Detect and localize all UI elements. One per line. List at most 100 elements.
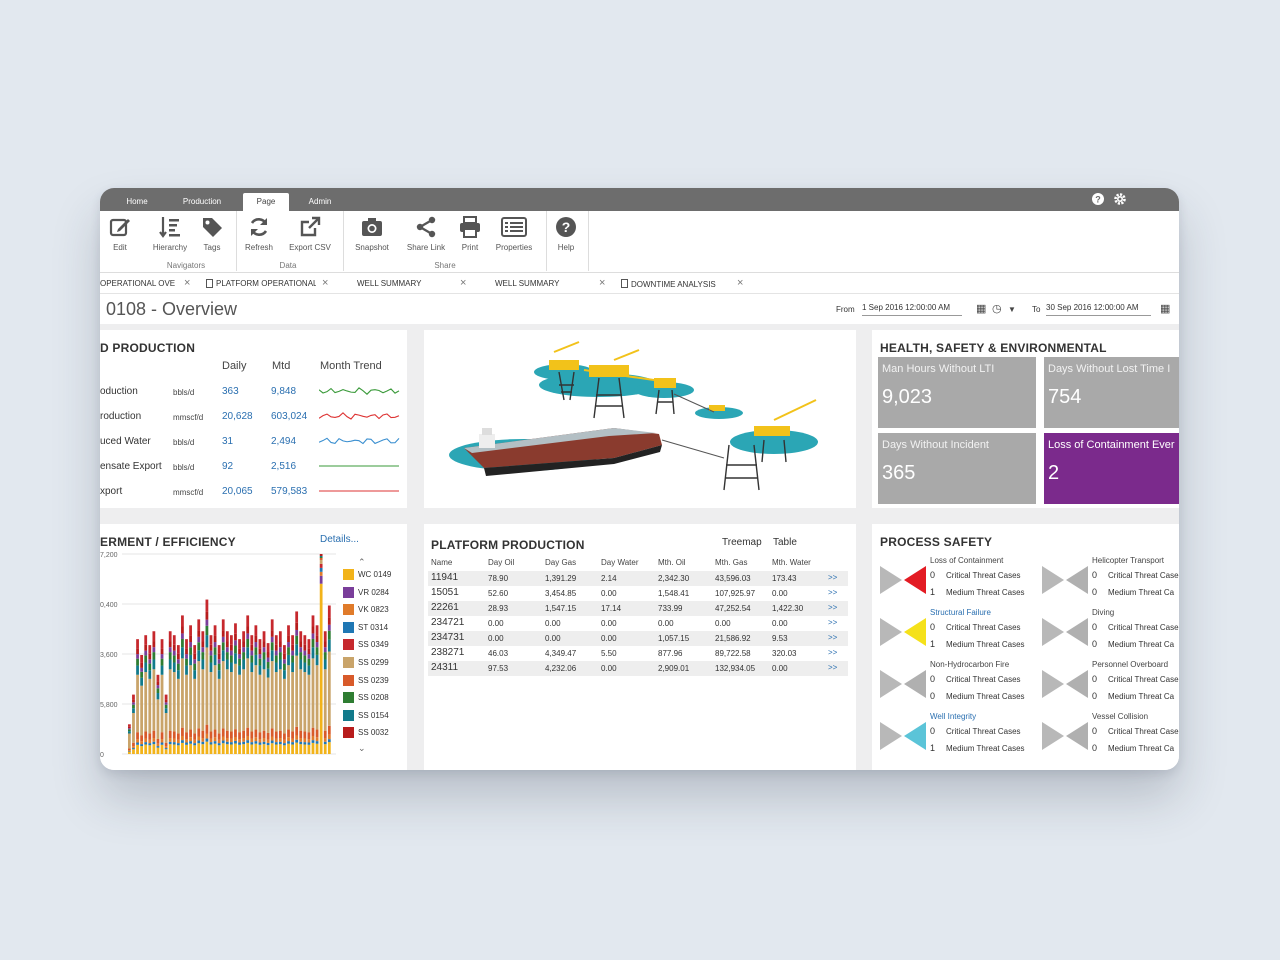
chevron-up-icon[interactable]: ⌃	[358, 557, 366, 568]
bar[interactable]	[172, 635, 176, 754]
export-csv-button[interactable]: Export CSV	[286, 215, 334, 252]
calendar-icon[interactable]: ▦	[1160, 302, 1170, 315]
bar[interactable]	[168, 631, 172, 754]
process-safety-item-name[interactable]: Personnel Overboard	[1092, 660, 1168, 669]
chevron-down-icon[interactable]: ▼	[1008, 305, 1016, 314]
bar[interactable]	[148, 645, 152, 754]
close-icon[interactable]: ×	[184, 277, 190, 289]
column-header[interactable]: Mth. Water	[772, 558, 811, 567]
bar[interactable]	[311, 615, 315, 754]
legend-label[interactable]: VK 0823	[358, 605, 389, 614]
table-row[interactable]: 234731 0.00 0.00 0.00 1,057.15 21,586.92 9.53 >…	[428, 631, 848, 646]
bar[interactable]	[258, 639, 262, 754]
bar[interactable]	[217, 645, 221, 754]
bar[interactable]	[205, 599, 209, 754]
row-expand-link[interactable]: >>	[828, 633, 837, 642]
edit-button[interactable]: Edit	[106, 215, 134, 252]
process-safety-item-name[interactable]: Helicopter Transport	[1092, 556, 1164, 565]
bar[interactable]	[319, 554, 323, 754]
column-header[interactable]: Day Oil	[488, 558, 514, 567]
bar[interactable]	[152, 631, 156, 754]
bar[interactable]	[295, 611, 299, 754]
bar[interactable]	[291, 635, 294, 754]
table-row[interactable]: 22261 28.93 1,547.15 17.14 733.99 47,252.54 1,…	[428, 601, 848, 616]
chevron-down-icon[interactable]: ⌄	[358, 743, 366, 754]
process-safety-item-name[interactable]: Structural Failure	[930, 608, 991, 617]
bar[interactable]	[250, 635, 254, 754]
bar[interactable]	[221, 619, 225, 754]
bar[interactable]	[307, 639, 311, 754]
bar[interactable]	[156, 674, 160, 754]
help-button[interactable]: ? Help	[552, 215, 580, 252]
hse-tile-days-without-lost-time[interactable]: Days Without Lost Time I 754	[1044, 357, 1179, 428]
bar[interactable]	[315, 625, 319, 754]
hierarchy-button[interactable]: Hierarchy	[150, 215, 190, 252]
column-header[interactable]: Mth. Oil	[658, 558, 686, 567]
legend-label[interactable]: SS 0154	[358, 711, 389, 720]
row-expand-link[interactable]: >>	[828, 603, 837, 612]
table-view-button[interactable]: Table	[773, 537, 797, 548]
legend-label[interactable]: ST 0314	[358, 623, 388, 632]
bar[interactable]	[230, 635, 233, 754]
bar[interactable]	[238, 639, 241, 754]
from-date-input[interactable]: 1 Sep 2016 12:00:00 AM	[862, 303, 962, 316]
table-row[interactable]: 234721 0.00 0.00 0.00 0.00 0.00 0.00 >>	[428, 616, 848, 631]
bar[interactable]	[213, 625, 217, 754]
details-link[interactable]: Details...	[320, 534, 359, 545]
bar[interactable]	[303, 635, 307, 754]
properties-button[interactable]: Properties	[492, 215, 536, 252]
clock-icon[interactable]: ◷	[992, 302, 1002, 315]
close-icon[interactable]: ×	[599, 277, 605, 289]
print-button[interactable]: Print	[456, 215, 484, 252]
bar[interactable]	[185, 639, 188, 754]
bar[interactable]	[132, 694, 135, 754]
legend-label[interactable]: WC 0149	[358, 570, 391, 579]
bar[interactable]	[209, 635, 213, 754]
process-safety-item-name[interactable]: Diving	[1092, 608, 1114, 617]
close-icon[interactable]: ×	[322, 277, 328, 289]
bar[interactable]	[160, 639, 164, 754]
bar[interactable]	[287, 625, 290, 754]
bar[interactable]	[327, 605, 331, 755]
snapshot-button[interactable]: Snapshot	[352, 215, 392, 252]
bar[interactable]	[201, 631, 205, 754]
doc-tab-platform-operational[interactable]: PLATFORM OPERATIONAL	[206, 279, 316, 289]
help-icon[interactable]: ?	[1091, 192, 1105, 206]
bar[interactable]	[189, 625, 192, 754]
column-header[interactable]: Name	[431, 558, 452, 567]
bar[interactable]	[266, 643, 270, 754]
calendar-icon[interactable]: ▦	[976, 302, 986, 315]
share-link-button[interactable]: Share Link	[404, 215, 448, 252]
tab-admin[interactable]: Admin	[300, 193, 340, 211]
hse-tile-loss-of-containment[interactable]: Loss of Containment Ever 2	[1044, 433, 1179, 504]
bar[interactable]	[164, 694, 168, 754]
bar[interactable]	[225, 631, 229, 754]
treemap-view-button[interactable]: Treemap	[722, 537, 762, 548]
doc-tab-operational-overview[interactable]: OPERATIONAL OVE	[100, 279, 178, 288]
close-icon[interactable]: ×	[460, 277, 466, 289]
row-expand-link[interactable]: >>	[828, 573, 837, 582]
hse-tile-days-without-incident[interactable]: Days Without Incident 365	[878, 433, 1036, 504]
bar[interactable]	[193, 645, 197, 754]
bar[interactable]	[128, 724, 131, 754]
row-expand-link[interactable]: >>	[828, 663, 837, 672]
bar[interactable]	[144, 635, 148, 754]
doc-tab-downtime-analysis[interactable]: DOWNTIME ANALYSIS	[621, 279, 716, 289]
column-header[interactable]: Mth. Gas	[715, 558, 747, 567]
bar[interactable]	[283, 645, 286, 754]
to-date-input[interactable]: 30 Sep 2016 12:00:00 AM	[1046, 303, 1151, 316]
legend-label[interactable]: SS 0208	[358, 693, 389, 702]
bar[interactable]	[254, 625, 258, 754]
process-safety-item-name[interactable]: Loss of Containment	[930, 556, 1003, 565]
bar[interactable]	[274, 635, 278, 754]
legend-label[interactable]: SS 0349	[358, 640, 389, 649]
bar[interactable]	[270, 619, 274, 754]
bar[interactable]	[136, 639, 139, 754]
legend-label[interactable]: SS 0032	[358, 728, 389, 737]
bar[interactable]	[181, 615, 184, 754]
bar[interactable]	[140, 655, 144, 754]
bar[interactable]	[278, 631, 282, 754]
legend-label[interactable]: SS 0299	[358, 658, 389, 667]
row-expand-link[interactable]: >>	[828, 618, 837, 627]
bar[interactable]	[246, 615, 250, 754]
